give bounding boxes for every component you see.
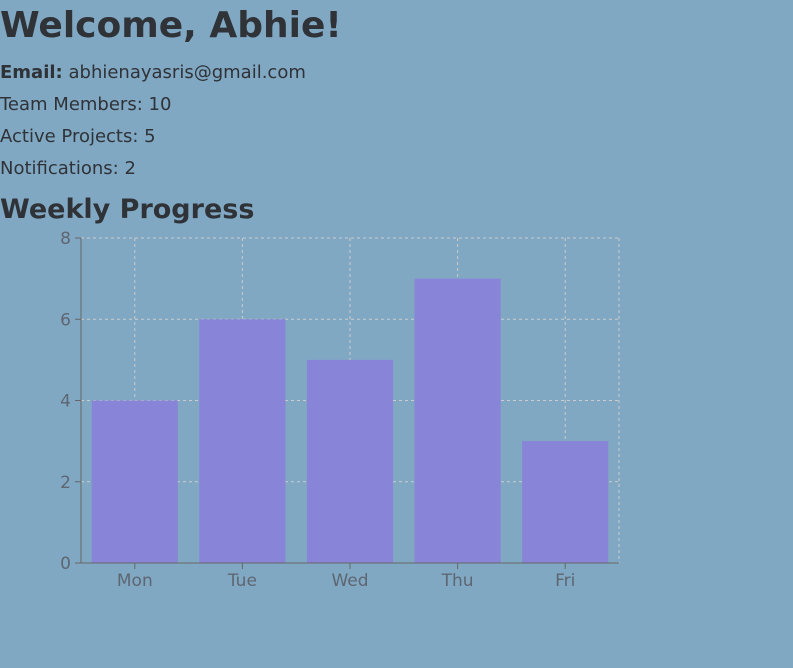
email-label: Email: [0, 62, 63, 83]
active-projects-text: Active Projects: 5 [0, 126, 156, 147]
bar-fri [522, 441, 609, 563]
y-tick-label: 2 [60, 473, 71, 493]
y-tick-label: 4 [60, 392, 71, 412]
bar-tue [199, 319, 286, 563]
y-tick-label: 0 [60, 554, 71, 574]
dashboard-page: Welcome, Abhie! Email: abhienayasris@gma… [0, 0, 793, 668]
x-tick-label: Wed [331, 571, 368, 591]
x-tick-label: Thu [441, 571, 474, 591]
email-value: abhienayasris@gmail.com [68, 62, 306, 83]
email-line: Email: abhienayasris@gmail.com [0, 61, 306, 85]
x-tick-label: Mon [117, 571, 153, 591]
page-title: Welcome, Abhie! [0, 5, 342, 46]
bar-mon [91, 400, 178, 563]
y-tick-label: 6 [60, 310, 71, 330]
team-members-text: Team Members: 10 [0, 94, 172, 115]
chart-bars [91, 278, 609, 563]
bar-thu [414, 278, 501, 563]
weekly-progress-chart: 0 2 4 6 8 Mon Tue Wed Thu Fri [60, 229, 620, 591]
bar-wed [306, 359, 394, 563]
notifications-text: Notifications: 2 [0, 158, 136, 179]
y-tick-label: 8 [60, 229, 71, 249]
weekly-progress-title: Weekly Progress [0, 194, 255, 225]
x-tick-label: Tue [227, 571, 257, 591]
x-tick-label: Fri [555, 571, 575, 591]
